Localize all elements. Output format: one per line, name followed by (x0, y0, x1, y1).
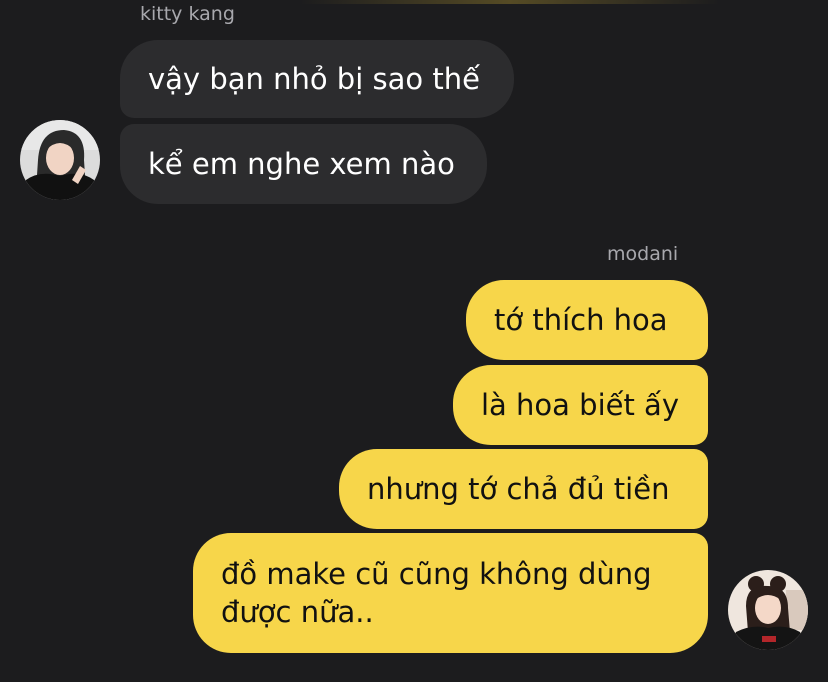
avatar-photo-icon (728, 570, 808, 650)
incoming-sender-name: kitty kang (140, 3, 235, 25)
chat-thread: kitty kang vậy bạn nhỏ bị sao thế kể em … (0, 0, 828, 682)
message-text: là hoa biết ấy (481, 388, 679, 422)
outgoing-sender-name: modani (607, 243, 679, 265)
message-text: kể em nghe xem nào (148, 147, 455, 181)
message-text: nhưng tớ chả đủ tiền (367, 472, 670, 506)
outgoing-message-bubble[interactable]: là hoa biết ấy (453, 365, 708, 445)
outgoing-message-bubble[interactable]: tớ thích hoa (466, 280, 708, 360)
outgoing-message-bubble[interactable]: nhưng tớ chả đủ tiền (339, 449, 708, 529)
incoming-avatar[interactable] (20, 120, 100, 200)
message-text: đồ make cũ cũng không dùng được nữa.. (221, 557, 652, 629)
outgoing-avatar[interactable] (728, 570, 808, 650)
incoming-message-bubble[interactable]: vậy bạn nhỏ bị sao thế (120, 40, 514, 118)
incoming-message-bubble[interactable]: kể em nghe xem nào (120, 124, 487, 204)
top-edge-highlight (300, 0, 720, 4)
outgoing-message-bubble[interactable]: đồ make cũ cũng không dùng được nữa.. (193, 533, 708, 653)
message-text: tớ thích hoa (494, 303, 668, 337)
avatar-photo-icon (20, 120, 100, 200)
message-text: vậy bạn nhỏ bị sao thế (148, 62, 480, 96)
